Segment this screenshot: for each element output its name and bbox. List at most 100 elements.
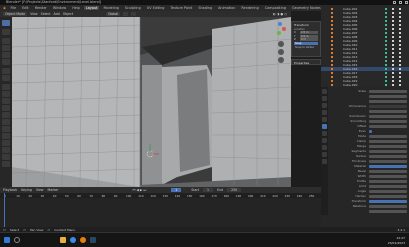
modifier-icon[interactable] [385, 28, 387, 30]
snap-to-vertex-button[interactable]: Snap to Vertex [294, 46, 318, 49]
properties-panel[interactable]: Properties [291, 59, 321, 65]
property-field[interactable] [369, 159, 407, 164]
property-field[interactable] [369, 204, 407, 209]
property-field[interactable] [369, 189, 407, 194]
end-frame-field[interactable]: 250 [227, 188, 242, 192]
render-camera-icon[interactable] [399, 84, 401, 86]
render-camera-icon[interactable] [399, 64, 401, 66]
blender-taskbar-icon[interactable] [80, 237, 86, 243]
gizmo-z-axis-icon[interactable] [278, 22, 282, 26]
current-frame-field[interactable]: 1 [171, 188, 182, 192]
property-field[interactable] [369, 154, 407, 159]
property-field[interactable] [369, 169, 407, 174]
modifier-icon[interactable] [385, 48, 387, 50]
visibility-eye-icon[interactable] [392, 76, 394, 78]
visibility-eye-icon[interactable] [392, 44, 394, 46]
visibility-eye-icon[interactable] [392, 72, 394, 74]
data-props-tab-icon[interactable] [322, 152, 327, 157]
loop-cut-tool-icon[interactable] [2, 105, 10, 111]
modifier-icon[interactable] [385, 40, 387, 42]
workspace-tab-animation[interactable]: Animation [217, 6, 237, 10]
select-box-tool-icon[interactable] [2, 20, 10, 26]
timeline-menu-marker[interactable]: Marker [48, 188, 59, 192]
menu-window[interactable]: Window [51, 6, 67, 10]
shrink-tool-icon[interactable] [2, 147, 10, 153]
file-explorer-icon[interactable] [60, 237, 66, 243]
render-camera-icon[interactable] [399, 24, 401, 26]
render-camera-icon[interactable] [399, 44, 401, 46]
blender-logo-icon[interactable]: ◉ [3, 6, 6, 10]
extrude-tool-icon[interactable] [2, 84, 10, 90]
visibility-eye-icon[interactable] [392, 20, 394, 22]
render-camera-icon[interactable] [399, 12, 401, 14]
property-field[interactable] [369, 149, 407, 154]
snap-button[interactable]: Snap [294, 42, 318, 45]
visibility-eye-icon[interactable] [392, 48, 394, 50]
render-camera-icon[interactable] [399, 8, 401, 10]
property-field[interactable] [369, 104, 407, 109]
timeline-menu-keying[interactable]: Keying [21, 188, 32, 192]
minimize-icon[interactable] [393, 1, 396, 4]
render-camera-icon[interactable] [399, 76, 401, 78]
menu-render[interactable]: Render [33, 6, 48, 10]
steam-icon[interactable] [90, 237, 96, 243]
workspace-tab-compositing[interactable]: Compositing [263, 6, 287, 10]
visibility-eye-icon[interactable] [392, 64, 394, 66]
workspace-tab-shading[interactable]: Shading [197, 6, 214, 10]
edge-slide-tool-icon[interactable] [2, 140, 10, 146]
modifier-icon[interactable] [385, 32, 387, 34]
transform-tool-icon[interactable] [2, 59, 10, 65]
close-icon[interactable] [405, 1, 408, 4]
start-menu-icon[interactable] [4, 237, 10, 243]
visibility-eye-icon[interactable] [392, 12, 394, 14]
property-field[interactable] [369, 139, 407, 144]
location-z-value[interactable]: 0 m [300, 38, 318, 41]
shading-icons[interactable]: ◐◑●○ [273, 12, 288, 16]
visibility-eye-icon[interactable] [392, 16, 394, 18]
play-controls-icons[interactable]: ⏮◀▶⏭ [133, 188, 148, 192]
output-props-tab-icon[interactable] [322, 103, 327, 108]
gizmo-x-axis-icon[interactable] [282, 27, 286, 31]
workspace-tab-uv-editing[interactable]: UV Editing [145, 6, 166, 10]
workspace-tab-modeling[interactable]: Modeling [102, 6, 120, 10]
property-field[interactable] [369, 144, 407, 149]
timeline-menu-playback[interactable]: Playback [3, 188, 17, 192]
proportional-toggle[interactable] [131, 12, 137, 16]
workspace-tab-sculpting[interactable]: Sculpting [123, 6, 142, 10]
rotate-tool-icon[interactable] [2, 45, 10, 51]
property-field[interactable] [369, 89, 407, 94]
visibility-eye-icon[interactable] [392, 80, 394, 82]
modifier-icon[interactable] [385, 64, 387, 66]
smooth-tool-icon[interactable] [2, 133, 10, 139]
modifier-icon[interactable] [385, 20, 387, 22]
modifier-icon[interactable] [385, 12, 387, 14]
property-field[interactable] [369, 124, 407, 129]
render-camera-icon[interactable] [399, 68, 401, 70]
modifier-icon[interactable] [385, 68, 387, 70]
location-z-row[interactable]: Z 0 m [292, 38, 320, 41]
modifier-icon[interactable] [385, 72, 387, 74]
render-camera-icon[interactable] [399, 80, 401, 82]
property-field[interactable] [369, 174, 407, 179]
workspace-tab-geometry-nodes[interactable]: Geometry Nodes [291, 6, 323, 10]
camera-view-icon[interactable] [278, 57, 284, 63]
property-field[interactable] [369, 99, 407, 104]
menu-help[interactable]: Help [71, 6, 82, 10]
property-field[interactable] [369, 184, 407, 189]
property-checkbox[interactable] [369, 129, 372, 134]
system-tray[interactable]: 12:47 23/01/2023 [388, 236, 405, 245]
timeline-area[interactable] [0, 193, 321, 227]
physics-props-tab-icon[interactable] [322, 138, 327, 143]
property-field[interactable] [369, 109, 407, 114]
property-field[interactable] [369, 119, 407, 124]
visibility-eye-icon[interactable] [392, 8, 394, 10]
modifier-icon[interactable] [385, 52, 387, 54]
3d-viewport[interactable] [12, 17, 291, 187]
poly-build-tool-icon[interactable] [2, 119, 10, 125]
visibility-eye-icon[interactable] [392, 28, 394, 30]
timeline-menu-view[interactable]: View [36, 188, 44, 192]
transform-orientation-selector[interactable]: Global [106, 12, 121, 16]
mode-selector[interactable]: Object Mode [3, 12, 28, 16]
rip-tool-icon[interactable] [2, 161, 10, 167]
render-props-tab-icon[interactable] [322, 96, 327, 101]
